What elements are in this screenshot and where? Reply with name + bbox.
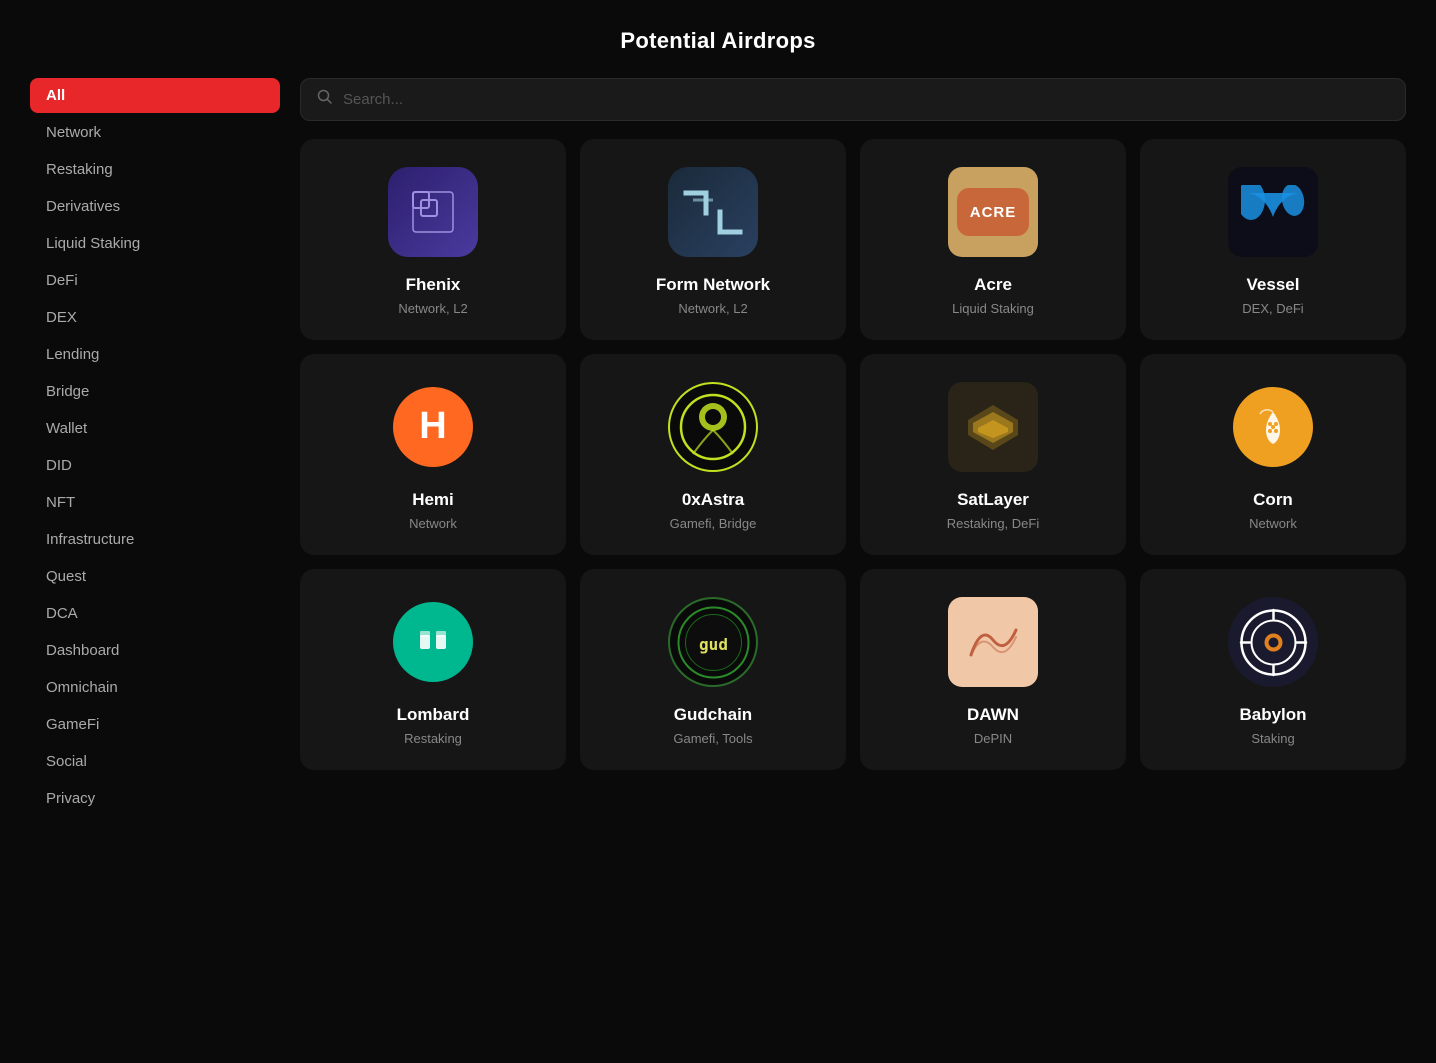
card-dawn[interactable]: DAWN DePIN [860,569,1126,770]
card-name: Acre [974,275,1012,295]
cards-grid: Fhenix Network, L2 Form Network Network,… [300,139,1406,770]
card-tags: DEX, DeFi [1242,301,1303,316]
card-acre[interactable]: ACRE Acre Liquid Staking [860,139,1126,340]
sidebar-item-privacy[interactable]: Privacy [30,781,280,816]
card-fhenix[interactable]: Fhenix Network, L2 [300,139,566,340]
sidebar-item-nft[interactable]: NFT [30,485,280,520]
card-vessel[interactable]: Vessel DEX, DeFi [1140,139,1406,340]
card-name: Fhenix [406,275,461,295]
card-corn[interactable]: Corn Network [1140,354,1406,555]
svg-text:gud: gud [699,635,728,654]
card-gudchain[interactable]: gud Gudchain Gamefi, Tools [580,569,846,770]
card-tags: Network [1249,516,1297,531]
svg-text:H: H [419,405,446,447]
sidebar-item-dashboard[interactable]: Dashboard [30,633,280,668]
card-name: DAWN [967,705,1019,725]
search-icon [317,89,333,110]
search-input[interactable] [343,91,1389,108]
card-name: Gudchain [674,705,752,725]
card-name: SatLayer [957,490,1029,510]
sidebar-item-network[interactable]: Network [30,115,280,150]
card-tags: Gamefi, Bridge [670,516,757,531]
card-name: Vessel [1247,275,1300,295]
card-name: Hemi [412,490,454,510]
sidebar: AllNetworkRestakingDerivativesLiquid Sta… [30,78,280,818]
sidebar-item-dca[interactable]: DCA [30,596,280,631]
card-name: 0xAstra [682,490,744,510]
main-content: Fhenix Network, L2 Form Network Network,… [300,78,1406,818]
sidebar-item-all[interactable]: All [30,78,280,113]
sidebar-item-restaking[interactable]: Restaking [30,152,280,187]
sidebar-item-did[interactable]: DID [30,448,280,483]
sidebar-item-bridge[interactable]: Bridge [30,374,280,409]
sidebar-item-social[interactable]: Social [30,744,280,779]
card-babylon[interactable]: Babylon Staking [1140,569,1406,770]
sidebar-item-lending[interactable]: Lending [30,337,280,372]
card-tags: Restaking, DeFi [947,516,1039,531]
card-tags: Gamefi, Tools [673,731,752,746]
card-form-network[interactable]: Form Network Network, L2 [580,139,846,340]
sidebar-item-gamefi[interactable]: GameFi [30,707,280,742]
card-tags: Network [409,516,457,531]
card-tags: Liquid Staking [952,301,1034,316]
card-tags: Network, L2 [398,301,467,316]
card-hemi[interactable]: H Hemi Network [300,354,566,555]
sidebar-item-liquid-staking[interactable]: Liquid Staking [30,226,280,261]
card-0xastra[interactable]: 0xAstra Gamefi, Bridge [580,354,846,555]
card-tags: DePIN [974,731,1012,746]
sidebar-item-quest[interactable]: Quest [30,559,280,594]
card-name: Babylon [1239,705,1306,725]
card-name: Lombard [397,705,470,725]
card-lombard[interactable]: Lombard Restaking [300,569,566,770]
sidebar-item-wallet[interactable]: Wallet [30,411,280,446]
card-name: Form Network [656,275,770,295]
sidebar-item-infrastructure[interactable]: Infrastructure [30,522,280,557]
search-bar[interactable] [300,78,1406,121]
sidebar-item-derivatives[interactable]: Derivatives [30,189,280,224]
card-satlayer[interactable]: SatLayer Restaking, DeFi [860,354,1126,555]
card-name: Corn [1253,490,1293,510]
card-tags: Network, L2 [678,301,747,316]
card-tags: Restaking [404,731,462,746]
sidebar-item-defi[interactable]: DeFi [30,263,280,298]
sidebar-item-dex[interactable]: DEX [30,300,280,335]
card-tags: Staking [1251,731,1294,746]
sidebar-item-omnichain[interactable]: Omnichain [30,670,280,705]
page-title: Potential Airdrops [0,0,1436,78]
